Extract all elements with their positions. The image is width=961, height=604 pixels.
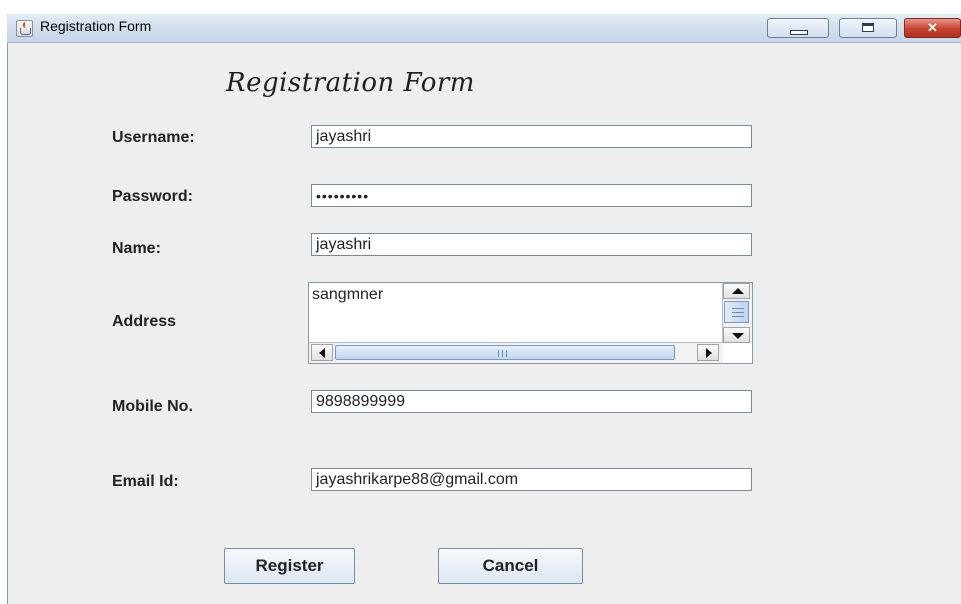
vertical-scroll-thumb[interactable] — [724, 301, 749, 323]
mobile-label: Mobile No. — [112, 398, 193, 415]
arrow-left-icon — [319, 348, 325, 358]
horizontal-scroll-thumb[interactable] — [335, 345, 675, 360]
email-field[interactable]: jayashrikarpe88@gmail.com — [311, 468, 752, 491]
scroll-right-button[interactable] — [697, 344, 719, 361]
address-text: sangmner — [312, 286, 384, 303]
scroll-left-button[interactable] — [311, 344, 333, 361]
password-field[interactable]: ••••••••• — [311, 184, 752, 207]
minimize-button[interactable] — [767, 18, 829, 38]
username-field[interactable]: jayashri — [311, 125, 752, 148]
window-title: Registration Form — [40, 18, 152, 34]
email-label: Email Id: — [112, 473, 179, 490]
arrow-right-icon — [706, 348, 712, 358]
cancel-button[interactable]: Cancel — [438, 548, 583, 584]
name-field[interactable]: jayashri — [311, 233, 752, 256]
register-button[interactable]: Register — [224, 548, 355, 584]
address-horizontal-scrollbar[interactable] — [309, 342, 723, 363]
username-label: Username: — [112, 129, 195, 146]
close-icon: ✕ — [927, 20, 938, 35]
name-label: Name: — [112, 240, 161, 257]
java-cup-icon — [16, 20, 33, 37]
maximize-button[interactable] — [839, 18, 897, 38]
scroll-down-button[interactable] — [723, 327, 750, 343]
maximize-icon — [862, 23, 874, 32]
address-vertical-scrollbar[interactable] — [722, 283, 752, 343]
address-label: Address — [112, 313, 177, 330]
mobile-field[interactable]: 9898899999 — [311, 390, 752, 413]
arrow-down-icon — [732, 333, 744, 339]
scroll-up-button[interactable] — [723, 283, 750, 299]
form-heading: Registration Form — [226, 68, 475, 98]
minimize-icon — [790, 30, 808, 35]
address-textarea[interactable]: sangmner — [308, 282, 753, 364]
arrow-up-icon — [732, 288, 744, 294]
close-button[interactable]: ✕ — [904, 18, 961, 38]
password-label: Password: — [112, 188, 193, 205]
